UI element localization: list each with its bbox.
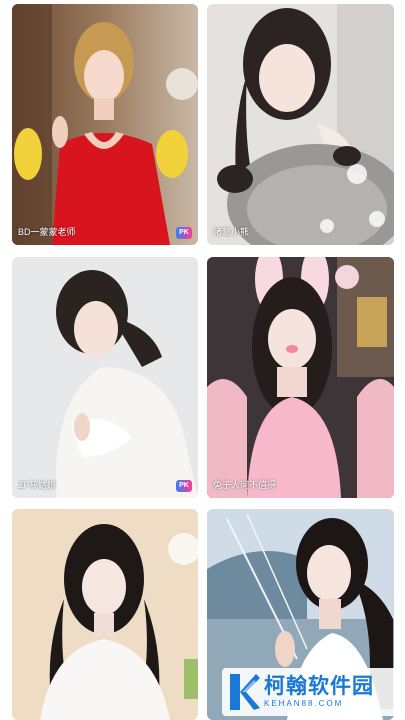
stream-thumbnail bbox=[207, 257, 394, 498]
streamer-name: 诸葛小熊 bbox=[213, 227, 250, 237]
stream-card[interactable]: ZF灰姑娘 PK bbox=[12, 257, 198, 498]
streamer-name: ZF灰姑娘 bbox=[18, 480, 56, 490]
streamer-name: 兔子人间不值得 bbox=[213, 480, 277, 490]
watermark-title: 柯翰软件园 bbox=[264, 675, 374, 698]
watermark-text: 柯翰软件园 KEHAN88.COM bbox=[264, 675, 374, 709]
site-watermark: 柯翰软件园 KEHAN88.COM bbox=[222, 668, 398, 716]
pk-badge: PK bbox=[176, 227, 192, 239]
pk-badge: PK bbox=[176, 480, 192, 492]
kehan-logo-icon bbox=[230, 674, 260, 710]
watermark-url: KEHAN88.COM bbox=[264, 699, 344, 708]
stream-thumbnail bbox=[12, 509, 198, 720]
stream-card[interactable]: 诸葛小熊 bbox=[207, 4, 394, 245]
streamer-name: BD一蒙蒙老师 bbox=[18, 227, 76, 237]
stream-thumbnail bbox=[12, 257, 198, 498]
stream-thumbnail bbox=[12, 4, 198, 245]
stream-card[interactable]: 兔子人间不值得 bbox=[207, 257, 394, 498]
stream-thumbnail bbox=[207, 4, 394, 245]
stream-card[interactable] bbox=[12, 509, 198, 720]
live-stream-grid: BD一蒙蒙老师 PK 诸葛小熊 ZF灰姑娘 PK 兔子人间不值得 柯翰软件园 K… bbox=[0, 0, 405, 720]
stream-card[interactable]: BD一蒙蒙老师 PK bbox=[12, 4, 198, 245]
